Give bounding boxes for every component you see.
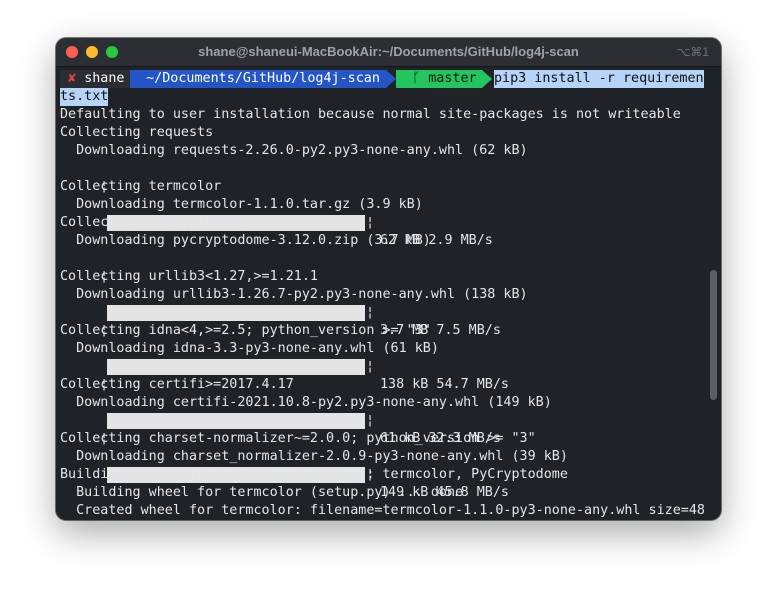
progress-row: ¦ ¦ 149 kB 45.8 MB/s	[60, 412, 705, 500]
prompt-user-segment: ✘ shane	[60, 70, 130, 88]
output-line: Collecting requests	[60, 125, 214, 140]
shell-prompt: ✘ shane ~/Documents/GitHub/log4j-scan ᚴ …	[60, 70, 705, 88]
prompt-path: ~/Documents/GitHub/log4j-scan	[146, 71, 380, 86]
prompt-user: shane	[84, 71, 125, 86]
terminal-output[interactable]: ✘ shane ~/Documents/GitHub/log4j-scan ᚴ …	[60, 70, 705, 520]
scrollbar-thumb[interactable]	[710, 270, 717, 400]
segment-separator	[386, 70, 396, 88]
output-line: Downloading urllib3-1.26.7-py2.py3-none-…	[60, 287, 528, 302]
output-line: Collecting charset-normalizer~=2.0.0; py…	[60, 431, 536, 446]
output-line: Created wheel for termcolor: filename=te…	[60, 503, 705, 518]
output-line: Building wheels for collected packages: …	[60, 467, 568, 482]
terminal-window: shane@shaneui-MacBookAir:~/Documents/Git…	[56, 38, 721, 520]
output-line: Collecting urllib3<1.27,>=1.21.1	[60, 269, 318, 284]
progress-row: ¦ ¦ 3.7 MB 7.5 MB/s	[60, 250, 705, 338]
output-line: Downloading termcolor-1.1.0.tar.gz (3.9 …	[60, 197, 423, 212]
window-title: shane@shaneui-MacBookAir:~/Documents/Git…	[198, 44, 579, 59]
segment-separator	[482, 70, 492, 88]
output-line: Collecting termcolor	[60, 179, 222, 194]
output-line: Downloading pycryptodome-3.12.0.zip (3.7…	[60, 233, 431, 248]
output-line: Downloading requests-2.26.0-py2.py3-none…	[60, 143, 528, 158]
error-status-icon: ✘	[68, 71, 77, 86]
prompt-git-segment: ᚴ master	[396, 70, 482, 88]
title-bar[interactable]: shane@shaneui-MacBookAir:~/Documents/Git…	[56, 38, 721, 67]
progress-stats: 138 kB 54.7 MB/s	[380, 377, 509, 392]
prompt-path-segment: ~/Documents/GitHub/log4j-scan	[130, 70, 386, 88]
progress-bar-right-edge: ¦	[366, 215, 375, 230]
output-line: Collecting idna<4,>=2.5; python_version …	[60, 323, 431, 338]
output-line: Downloading charset_normalizer-2.0.9-py3…	[60, 449, 568, 464]
output-line: Downloading idna-3.3-py3-none-any.whl (6…	[60, 341, 439, 356]
command-text-continued[interactable]: ts.txt	[60, 88, 109, 106]
output-line: Building wheel for termcolor (setup.py) …	[60, 485, 464, 500]
git-branch: ᚴ master	[412, 71, 477, 86]
command-text[interactable]: pip3 install -r requiremen	[494, 70, 704, 88]
output-line: Downloading certifi-2021.10.8-py2.py3-no…	[60, 395, 552, 410]
output-line: Defaulting to user installation because …	[60, 107, 681, 122]
progress-row: ¦ ¦ 61 kB 32.3 MB/s	[60, 358, 705, 446]
window-shortcut: ⌥⌘1	[676, 45, 709, 59]
output-line: Collecting PyCryptodome	[60, 215, 246, 230]
progress-row: ¦ ¦ 62 kB 2.9 MB/s	[60, 160, 705, 248]
output-line: Collecting certifi>=2017.4.17	[60, 377, 294, 392]
progress-row: ¦ ¦ 138 kB 54.7 MB/s	[60, 304, 705, 392]
